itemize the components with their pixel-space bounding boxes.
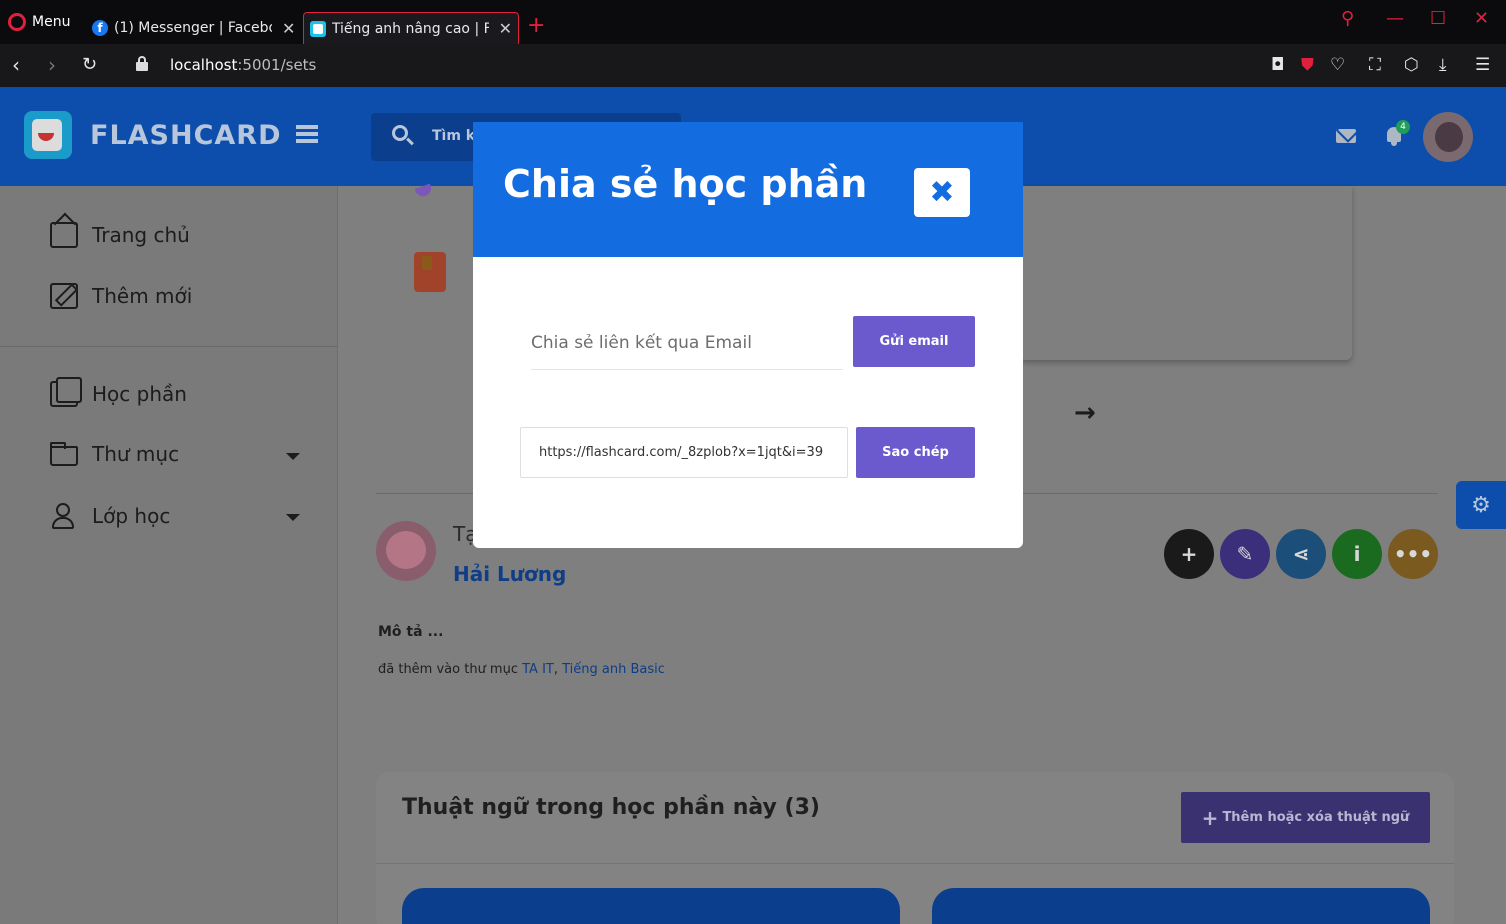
add-button[interactable]: + [1164,529,1214,579]
settings-gear-button[interactable]: ⚙ [1456,481,1506,529]
brand-title[interactable]: FLASHCARD [90,120,282,151]
copy-icon [50,377,82,407]
close-tab-icon[interactable]: ✕ [499,19,512,38]
sidebar-item-classes[interactable]: Lớp học [50,503,170,529]
sidebar-item-label: Học phần [92,382,187,406]
new-tab-button[interactable]: + [527,12,545,40]
email-input[interactable] [531,316,843,370]
cube-icon[interactable]: ⬡ [1404,55,1419,75]
home-icon [50,222,78,248]
close-icon: ✖ [929,175,955,210]
share-button[interactable]: ⋖ [1276,529,1326,579]
close-tab-icon[interactable]: ✕ [282,19,295,38]
url-field[interactable]: localhost:5001/sets [170,56,316,74]
address-bar: ‹ › ↻ localhost:5001/sets ◘ ⛊ ♡ ⛶ ⬡ ⤓ ☰ [0,44,1506,87]
terms-divider [376,863,1454,864]
edit-button[interactable]: ✎ [1220,529,1270,579]
app-logo-icon[interactable] [24,111,72,159]
terms-title: Thuật ngữ trong học phần này (3) [402,795,820,820]
pencil-icon: ✎ [1236,542,1254,566]
gear-icon: ⚙ [1471,492,1491,518]
sidebar-item-add-new[interactable]: Thêm mới [50,283,192,309]
flashcard-favicon-icon [310,20,326,37]
tab-flashcard[interactable]: Tiếng anh nâng cao | Flashcard ✕ [303,12,519,44]
chevron-down-icon[interactable] [286,514,300,521]
edit-terms-button[interactable]: + Thêm hoặc xóa thuật ngữ [1181,792,1430,843]
shield-icon[interactable]: ⛊ [1301,55,1314,75]
term-card[interactable] [932,888,1430,924]
browser-menu-button[interactable]: Menu [8,10,70,34]
author-avatar [376,521,436,581]
share-icon: ⋖ [1292,542,1310,566]
search-icon [392,125,408,141]
close-window-icon[interactable]: ✕ [1474,8,1489,29]
sidebar-divider [0,346,338,347]
tab-label: Tiếng anh nâng cao | Flashcard [331,20,489,37]
term-card[interactable] [402,888,900,924]
share-modal: Chia sẻ học phần ✖ Gửi email Sao chép [473,122,1023,548]
plus-icon: + [1201,805,1219,830]
folders-info: đã thêm vào thư mục TA IT, Tiếng anh Bas… [378,662,665,677]
modal-header: Chia sẻ học phần ✖ [473,122,1023,257]
browser-menu-label: Menu [32,14,71,30]
easy-setup-icon[interactable]: ☰ [1475,55,1490,75]
flashcard-preview [1020,186,1352,360]
copy-link-button[interactable]: Sao chép [856,427,975,478]
sidebar-item-label: Trang chủ [92,223,190,247]
set-description: Mô tả ... [378,624,444,640]
user-icon [50,503,78,529]
sidebar-item-sets[interactable]: Học phần [50,377,187,407]
ellipsis-icon: ••• [1393,542,1433,566]
sidebar-item-label: Thư mục [92,442,180,466]
folder-link-basic[interactable]: Tiếng anh Basic [562,662,665,677]
minimize-icon[interactable]: — [1386,8,1404,29]
book-icon [414,252,446,292]
folder-link-ta-it[interactable]: TA IT [522,662,554,677]
search-tabs-icon[interactable]: ⚲ [1341,8,1354,29]
more-button[interactable]: ••• [1388,529,1438,579]
forward-icon[interactable]: › [48,54,56,76]
camera-icon[interactable]: ◘ [1271,55,1284,75]
notification-badge: 4 [1396,120,1410,134]
sidebar-item-home[interactable]: Trang chủ [50,222,190,248]
info-button[interactable]: i [1332,529,1382,579]
sidebar-item-label: Thêm mới [92,284,193,308]
url-path: :5001/sets [237,56,317,74]
maximize-icon[interactable]: ☐ [1430,8,1446,29]
share-link-field[interactable] [520,427,848,478]
opera-logo-icon [8,13,26,31]
user-avatar[interactable] [1423,112,1473,162]
info-icon: i [1353,542,1361,566]
sidebar-item-label: Lớp học [92,504,171,528]
heart-icon[interactable]: ♡ [1330,55,1345,75]
chevron-down-icon[interactable] [286,453,300,460]
snapshot-icon[interactable]: ⛶ [1369,55,1381,75]
url-host: localhost [170,56,238,74]
modal-title: Chia sẻ học phần [503,162,868,206]
facebook-icon: f [92,20,108,36]
folder-icon [50,442,78,466]
reload-icon[interactable]: ↻ [82,54,97,76]
hamburger-menu-icon[interactable] [296,125,318,143]
send-email-button[interactable]: Gửi email [853,316,975,367]
author-name-link[interactable]: Hải Lương [453,562,566,586]
sidebar-item-folders[interactable]: Thư mục [50,442,179,466]
browser-tab-bar: Menu f (1) Messenger | Facebook ✕ Tiếng … [0,0,1506,44]
close-modal-button[interactable]: ✖ [914,168,970,217]
arrow-right-icon[interactable]: → [1074,398,1096,428]
tab-messenger[interactable]: f (1) Messenger | Facebook ✕ [86,12,301,44]
tab-label: (1) Messenger | Facebook [114,20,272,36]
edit-terms-label: Thêm hoặc xóa thuật ngữ [1222,810,1410,825]
back-icon[interactable]: ‹ [12,54,20,76]
folders-prefix: đã thêm vào thư mục [378,662,523,677]
plus-icon: + [1180,542,1198,566]
lock-icon [136,56,148,72]
mail-icon[interactable] [1336,129,1356,143]
folders-separator: , [553,662,563,677]
edit-icon [50,283,78,309]
download-icon[interactable]: ⤓ [1439,55,1447,75]
